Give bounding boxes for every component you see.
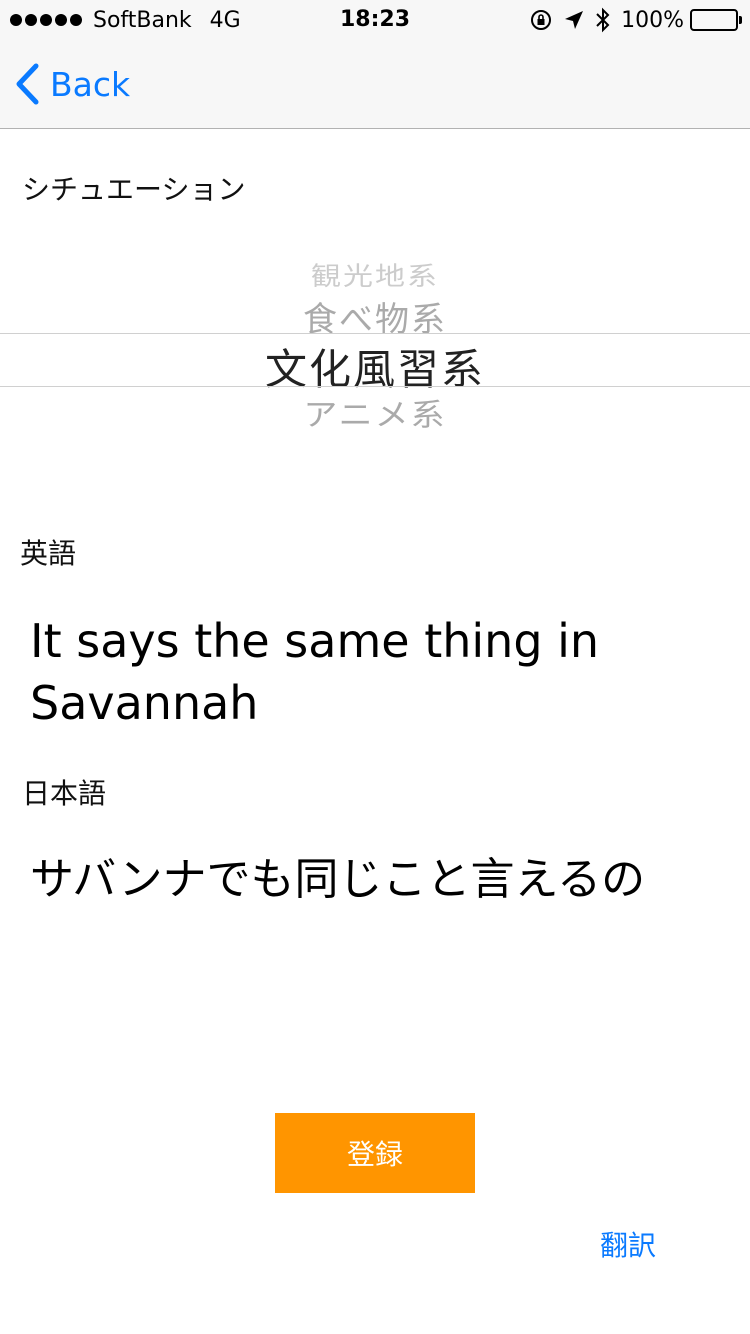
- navigation-bar: Back: [0, 40, 750, 129]
- japanese-text: サバンナでも同じこと言えるの: [30, 854, 646, 905]
- picker-option[interactable]: 観光地系: [0, 255, 750, 292]
- battery-icon: [690, 9, 742, 31]
- english-text: It says the same thing in Savannah: [30, 614, 600, 730]
- japanese-label: 日本語: [22, 777, 107, 810]
- status-right: 100%: [519, 6, 742, 34]
- translate-button[interactable]: 翻訳: [600, 1224, 656, 1264]
- register-button[interactable]: 登録: [275, 1113, 475, 1193]
- back-button[interactable]: Back: [14, 62, 130, 106]
- situation-picker[interactable]: 観光地系 食べ物系 文化風習系 アニメ系: [0, 240, 750, 450]
- status-bar: SoftBank 4G 18:23 100%: [0, 0, 750, 40]
- situation-label: シチュエーション: [22, 173, 246, 206]
- picker-option[interactable]: アニメ系: [0, 390, 750, 434]
- english-label: 英語: [20, 537, 77, 570]
- bluetooth-icon: [595, 7, 611, 33]
- rotation-lock-icon: [529, 8, 553, 32]
- location-arrow-icon: [563, 9, 585, 31]
- picker-selection-bottom-divider: [0, 386, 750, 387]
- picker-selection-top-divider: [0, 333, 750, 334]
- battery-percent: 100%: [621, 7, 684, 33]
- chevron-left-icon: [16, 63, 39, 105]
- back-button-label: Back: [50, 64, 131, 104]
- picker-option-selected[interactable]: 文化風習系: [0, 336, 750, 397]
